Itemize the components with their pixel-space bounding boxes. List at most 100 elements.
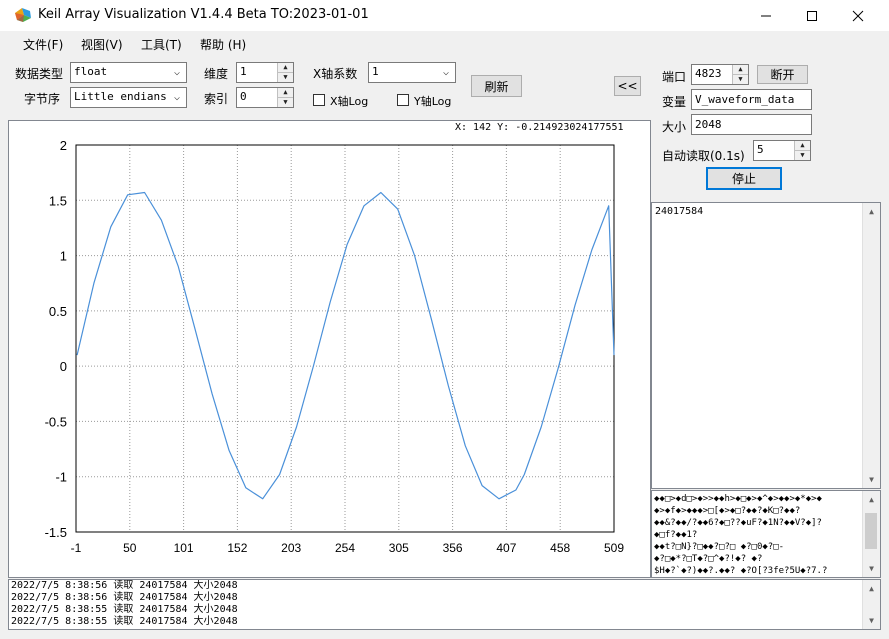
log-line: 2022/7/5 8:38:56 读取 24017584 大小2048 (11, 592, 238, 603)
index-spinner[interactable]: 0 ▲ ▼ (236, 87, 294, 108)
x-tick-label: 50 (123, 541, 137, 555)
raw-bytes-line: $H◆?`◆?)◆◆?.◆◆? ◆?O[?3fe?5U◆?7.? (654, 566, 828, 576)
collapse-label: << (617, 79, 638, 93)
spin-up-icon[interactable]: ▲ (733, 65, 748, 75)
spin-down-icon[interactable]: ▼ (795, 151, 810, 160)
scroll-down-icon[interactable]: ▼ (863, 612, 880, 629)
menu-tools[interactable]: 工具(T) (141, 36, 182, 53)
port-label: 端口 (662, 70, 687, 84)
scroll-down-icon[interactable]: ▼ (863, 560, 880, 577)
dimension-spinner[interactable]: 1 ▲ ▼ (236, 62, 294, 83)
menu-bar (0, 31, 889, 57)
menu-file[interactable]: 文件(F) (23, 36, 63, 53)
raw-bytes-line: ◆◆t?□N}?□◆◆?□?□ ◆?□0◆?□- (654, 542, 785, 552)
log-scrollbar[interactable]: ▲ ▼ (862, 580, 880, 629)
y-tick-label: 1 (60, 249, 67, 264)
byte-order-value: Little endians (74, 90, 167, 103)
auto-read-label: 自动读取(0.1s) (662, 149, 745, 163)
spin-up-icon[interactable]: ▲ (278, 88, 293, 98)
log-lines: 2022/7/5 8:38:56 读取 24017584 大小2048 2022/… (9, 580, 880, 628)
y-tick-label: 0.5 (49, 304, 67, 319)
auto-read-spinner[interactable]: 5 ▲ ▼ (753, 140, 811, 161)
x-tick-label: -1 (71, 541, 82, 555)
port-spinner[interactable]: 4823 ▲ ▼ (691, 64, 749, 85)
scroll-thumb[interactable] (865, 513, 877, 549)
size-input[interactable]: 2048 (691, 114, 812, 135)
byte-order-select[interactable]: Little endians ⌵ (70, 87, 187, 108)
y-tick-label: -1.5 (45, 525, 67, 540)
raw-bytes-line: ◆□f?◆◆1? (654, 530, 698, 540)
window-title: Keil Array Visualization V1.4.4 Beta TO:… (38, 7, 369, 22)
spin-down-icon[interactable]: ▼ (278, 73, 293, 82)
chevron-down-icon: ⌵ (173, 67, 181, 78)
spin-down-icon[interactable]: ▼ (733, 75, 748, 84)
x-log-label: X轴Log (330, 95, 369, 108)
spin-up-icon[interactable]: ▲ (278, 63, 293, 73)
x-coef-select[interactable]: 1 ⌵ (368, 62, 456, 83)
y-log-checkbox[interactable] (397, 94, 409, 106)
y-tick-label: 2 (60, 138, 67, 153)
memo-scrollbar[interactable]: ▲ ▼ (862, 203, 880, 488)
raw-bytes-lines: ◆◆□>◆d□>◆>>◆◆h>◆□◆>◆^◆>◆◆>◆*◆>◆ ◆>◆f◆>◆◆◆… (652, 491, 880, 577)
log-line: 2022/7/5 8:38:56 读取 24017584 大小2048 (11, 580, 238, 591)
data-type-select[interactable]: float ⌵ (70, 62, 187, 83)
scroll-down-icon[interactable]: ▼ (863, 471, 880, 488)
byte-order-label: 字节序 (24, 92, 61, 106)
close-button[interactable] (835, 0, 881, 31)
raw-bytes-line: ◆?□◆*?□T◆?□^◆?!◆? ◆? (654, 554, 763, 564)
collapse-button[interactable]: << (614, 76, 641, 96)
x-tick-label: 509 (604, 541, 624, 555)
waveform-chart[interactable]: -1 50 101 152 203 254 305 356 407 458 509 2 1.5 1 0.5 0… (9, 121, 650, 577)
index-label: 索引 (204, 92, 229, 106)
x-tick-label: 356 (443, 541, 463, 555)
refresh-label: 刷新 (484, 79, 509, 94)
x-coef-value: 1 (372, 65, 379, 78)
raw-bytes-memo[interactable]: ◆◆□>◆d□>◆>>◆◆h>◆□◆>◆^◆>◆◆>◆*◆>◆ ◆>◆f◆>◆◆◆… (651, 490, 881, 578)
y-tick-label: 1.5 (49, 193, 67, 208)
chart-panel: X: 142 Y: -0.214923024177551 -1 50 101 152 2… (8, 120, 651, 578)
spin-up-icon[interactable]: ▲ (795, 141, 810, 151)
size-label: 大小 (662, 120, 687, 134)
port-value: 4823 (695, 67, 722, 80)
data-type-label: 数据类型 (15, 67, 64, 81)
scroll-up-icon[interactable]: ▲ (863, 203, 880, 220)
minimize-button[interactable] (743, 0, 789, 31)
log-box[interactable]: 2022/7/5 8:38:56 读取 24017584 大小2048 2022/… (8, 579, 881, 630)
x-tick-label: 407 (496, 541, 516, 555)
raw-bytes-line: ◆◆&?◆◆/?◆◆6?◆□??◆uF?◆1N?◆◆V?◆]? (654, 518, 822, 528)
variable-label: 变量 (662, 95, 687, 109)
dimension-label: 维度 (204, 67, 229, 81)
menu-help[interactable]: 帮助 (H) (200, 36, 246, 53)
x-log-checkbox[interactable] (313, 94, 325, 106)
maximize-button[interactable] (789, 0, 835, 31)
x-tick-label: 254 (335, 541, 355, 555)
disconnect-label: 断开 (770, 68, 795, 82)
scroll-up-icon[interactable]: ▲ (863, 580, 880, 597)
spin-down-icon[interactable]: ▼ (278, 98, 293, 107)
stop-button[interactable]: 停止 (706, 167, 782, 190)
y-tick-label: 0 (60, 359, 67, 374)
dimension-value: 1 (240, 65, 247, 78)
x-tick-label: 101 (174, 541, 194, 555)
index-value: 0 (240, 90, 247, 103)
y-tick-label: -0.5 (45, 414, 67, 429)
scroll-up-icon[interactable]: ▲ (863, 491, 880, 508)
x-tick-label: 458 (550, 541, 570, 555)
log-line: 2022/7/5 8:38:55 读取 24017584 大小2048 (11, 616, 238, 627)
hex-memo[interactable]: 24017584 ▲ ▼ (651, 202, 881, 489)
x-tick-label: 152 (227, 541, 247, 555)
x-tick-label: 305 (389, 541, 409, 555)
raw-bytes-scrollbar[interactable]: ▲ ▼ (862, 491, 880, 577)
disconnect-button[interactable]: 断开 (757, 65, 808, 84)
raw-bytes-line: ◆>◆f◆>◆◆◆>□[◆>◆□?◆◆?◆K□?◆◆? (654, 506, 801, 516)
variable-input[interactable]: V_waveform_data (691, 89, 812, 110)
chevron-down-icon: ⌵ (173, 92, 181, 103)
plot-frame (75, 144, 615, 533)
menu-view[interactable]: 视图(V) (81, 36, 123, 53)
x-tick-label: 203 (281, 541, 301, 555)
y-log-label: Y轴Log (414, 95, 452, 108)
app-icon (14, 7, 32, 23)
chevron-down-icon: ⌵ (442, 67, 450, 78)
refresh-button[interactable]: 刷新 (471, 75, 522, 97)
data-type-value: float (74, 65, 108, 78)
